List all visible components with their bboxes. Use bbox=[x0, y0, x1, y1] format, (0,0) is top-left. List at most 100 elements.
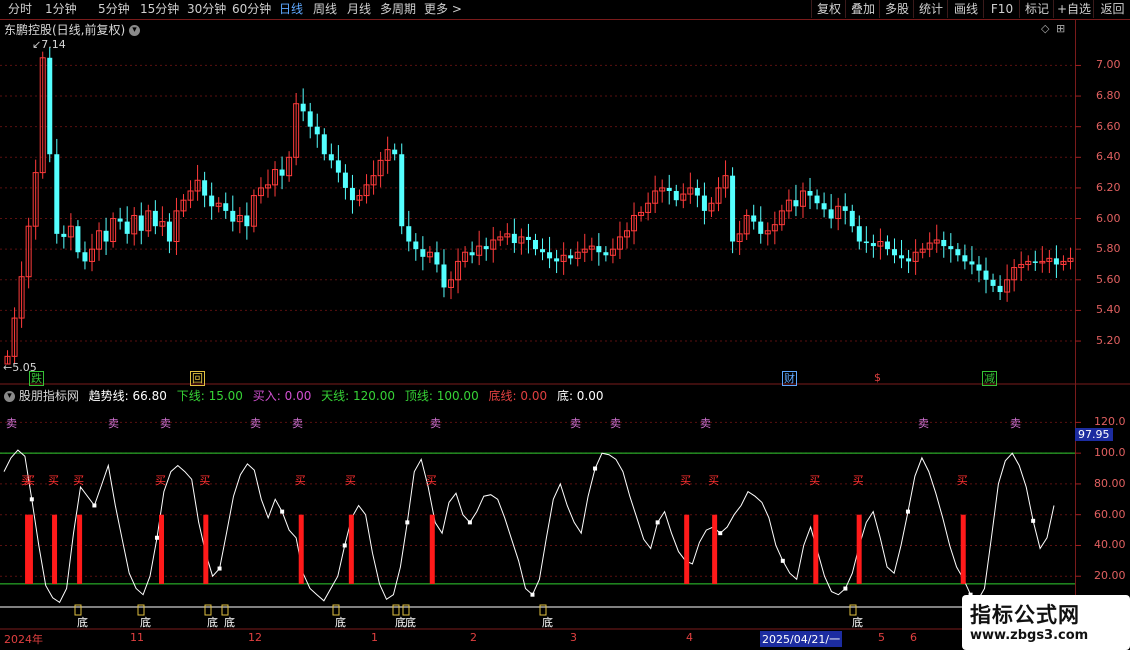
period-tab-weekly[interactable]: 周线 bbox=[313, 2, 337, 17]
candle-body bbox=[856, 226, 862, 242]
period-tab-1min-time[interactable]: 分时 bbox=[8, 2, 32, 17]
candle-body bbox=[328, 154, 334, 161]
sell-signal-label: 卖 bbox=[610, 417, 621, 430]
buy-signal-bar bbox=[429, 514, 435, 584]
period-toolbar: 分时 1分钟 5分钟 15分钟 30分钟 60分钟 日线 周线 月线 多周期 更… bbox=[0, 0, 1130, 20]
bottom-marker-label: 底 bbox=[405, 615, 416, 629]
candle-body bbox=[955, 249, 961, 256]
candle-body bbox=[603, 252, 609, 256]
period-tab-daily[interactable]: 日线 bbox=[279, 2, 303, 17]
period-tab-more[interactable]: 更多 > bbox=[424, 2, 462, 17]
add-watchlist-button[interactable]: +自选 bbox=[1053, 0, 1094, 18]
buy-signal-bar bbox=[813, 514, 819, 584]
candle-body bbox=[47, 57, 53, 155]
candle-body bbox=[138, 215, 144, 231]
date-tick-label: 5 bbox=[878, 631, 885, 644]
sell-signal-label: 卖 bbox=[430, 417, 441, 430]
date-tick-label: 12 bbox=[248, 631, 262, 644]
candle-body bbox=[568, 255, 574, 259]
overlay-button[interactable]: 叠加 bbox=[845, 0, 880, 18]
candle-body bbox=[751, 215, 757, 222]
candle-body bbox=[117, 218, 123, 222]
buy-signal-label: 买 bbox=[426, 474, 437, 487]
candle-body bbox=[983, 270, 989, 280]
period-tab-5min[interactable]: 5分钟 bbox=[98, 2, 130, 17]
candlestick-chart[interactable] bbox=[0, 20, 1130, 385]
sell-signal-label: 卖 bbox=[160, 417, 171, 430]
buy-signal-label: 买 bbox=[680, 474, 691, 487]
statistics-button[interactable]: 统计 bbox=[913, 0, 948, 18]
bottom-marker-label: 底 bbox=[542, 615, 553, 629]
buy-signal-label: 买 bbox=[708, 474, 719, 487]
candle-body bbox=[434, 252, 440, 265]
date-tick-label: 6 bbox=[910, 631, 917, 644]
candle-body bbox=[596, 246, 602, 253]
period-tab-30min[interactable]: 30分钟 bbox=[187, 2, 226, 17]
indicator-chart[interactable]: 买买买买买买买买买买买买买买卖卖卖卖卖卖卖卖卖卖卖底底底底底底底底底底 bbox=[0, 385, 1130, 630]
indicator-tick-label: 20.00 bbox=[1094, 569, 1126, 583]
candle-body bbox=[673, 190, 679, 201]
candle-body bbox=[948, 246, 954, 250]
candle-body bbox=[392, 149, 398, 155]
buy-signal-bar bbox=[348, 514, 354, 584]
event-badge-return[interactable]: 回 bbox=[190, 371, 205, 386]
multi-stock-button[interactable]: 多股 bbox=[879, 0, 914, 18]
date-tick-label: 4 bbox=[686, 631, 693, 644]
price-tick-label: 6.00 bbox=[1096, 211, 1121, 225]
sell-signal-label: 卖 bbox=[250, 417, 261, 430]
candle-body bbox=[279, 169, 285, 176]
current-value-label: 97.95 bbox=[1075, 428, 1113, 441]
candle-body bbox=[814, 195, 820, 204]
buy-signal-label: 买 bbox=[853, 474, 864, 487]
sell-signal-label: 卖 bbox=[700, 417, 711, 430]
candle-body bbox=[124, 221, 130, 234]
candle-body bbox=[230, 210, 236, 222]
buy-signal-label: 买 bbox=[199, 474, 210, 487]
buy-signal-bar bbox=[77, 514, 83, 584]
candle-body bbox=[152, 210, 158, 227]
event-badge-dividend[interactable]: $ bbox=[871, 371, 884, 384]
candle-body bbox=[884, 241, 890, 250]
price-tick-label: 6.80 bbox=[1096, 89, 1121, 103]
buy-signal-bar bbox=[298, 514, 304, 584]
period-tab-monthly[interactable]: 月线 bbox=[347, 2, 371, 17]
candle-body bbox=[532, 239, 538, 250]
candle-body bbox=[701, 195, 707, 211]
mark-button[interactable]: 标记 bbox=[1019, 0, 1054, 18]
f10-button[interactable]: F10 bbox=[983, 0, 1020, 18]
period-tab-1min[interactable]: 1分钟 bbox=[45, 2, 77, 17]
price-axis-divider bbox=[1075, 20, 1076, 385]
candle-body bbox=[75, 226, 81, 253]
event-badge-finance[interactable]: 财 bbox=[782, 371, 797, 386]
buy-signal-bar bbox=[159, 514, 164, 584]
candle-body bbox=[899, 255, 905, 259]
indicator-tick-label: 80.00 bbox=[1094, 476, 1126, 490]
back-button[interactable]: 返回 bbox=[1093, 0, 1130, 18]
event-badge-drop[interactable]: 跌 bbox=[29, 371, 44, 386]
period-tab-multi[interactable]: 多周期 bbox=[380, 2, 416, 17]
watermark-url: www.zbgs3.com bbox=[970, 628, 1089, 643]
candle-body bbox=[547, 252, 553, 259]
trend-marker bbox=[1031, 518, 1036, 523]
trend-marker bbox=[593, 466, 598, 471]
draw-line-button[interactable]: 画线 bbox=[947, 0, 984, 18]
period-tab-60min[interactable]: 60分钟 bbox=[232, 2, 271, 17]
candle-body bbox=[321, 134, 327, 155]
sell-signal-label: 卖 bbox=[292, 417, 303, 430]
event-badge-reduce[interactable]: 减 bbox=[982, 371, 997, 386]
candle-body bbox=[82, 252, 88, 262]
candle-body bbox=[511, 233, 517, 244]
price-tick-label: 6.20 bbox=[1096, 180, 1121, 194]
candle-body bbox=[103, 230, 109, 242]
candle-body bbox=[469, 252, 475, 256]
date-tick-label: 3 bbox=[570, 631, 577, 644]
candle-body bbox=[525, 236, 531, 240]
period-tab-15min[interactable]: 15分钟 bbox=[140, 2, 179, 17]
buy-signal-label: 买 bbox=[155, 474, 166, 487]
restore-rights-button[interactable]: 复权 bbox=[811, 0, 846, 18]
candle-body bbox=[342, 172, 348, 188]
candle-body bbox=[863, 241, 869, 244]
candle-body bbox=[793, 200, 799, 207]
candle-body bbox=[828, 209, 834, 219]
bottom-marker-label: 底 bbox=[207, 615, 218, 629]
